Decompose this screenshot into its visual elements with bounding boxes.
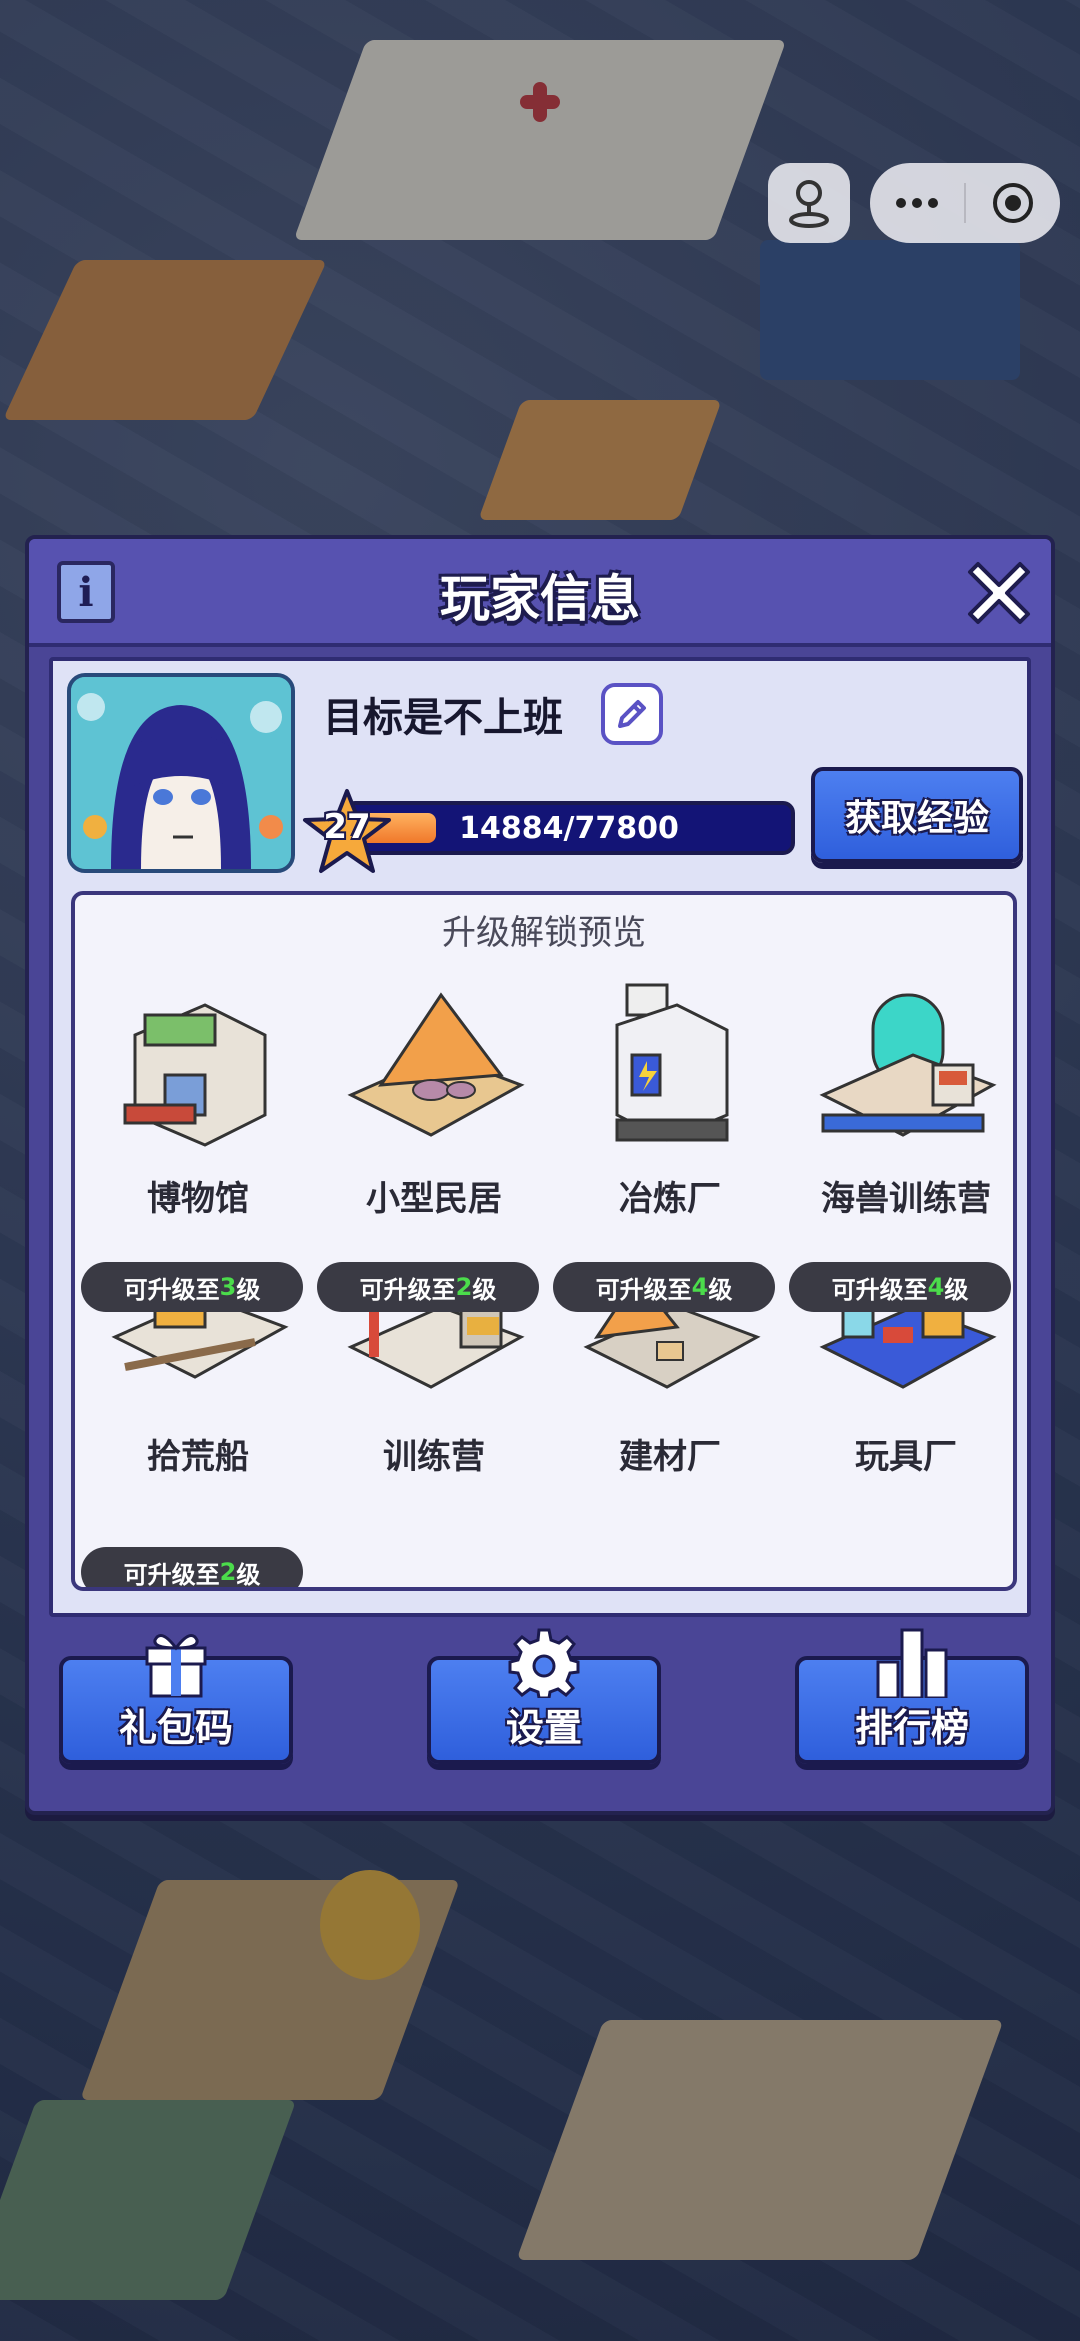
- gear-icon: [508, 1628, 580, 1698]
- close-icon: [968, 562, 1030, 624]
- pencil-icon: [618, 700, 646, 728]
- gift-icon: [145, 1634, 207, 1698]
- badge-text: 可升级至: [831, 1275, 928, 1304]
- gain-exp-button[interactable]: 获取经验: [811, 767, 1023, 863]
- player-level: 27: [323, 807, 371, 847]
- player-name: 目标是不上班: [323, 695, 563, 741]
- upgrade-badge: 可升级至 2 级: [317, 1262, 539, 1312]
- gift-code-button[interactable]: 礼包码: [59, 1634, 293, 1764]
- upgrade-badge: 可升级至 3 级: [81, 1262, 303, 1312]
- close-button[interactable]: [961, 555, 1037, 631]
- building-museum[interactable]: 博物馆: [85, 975, 311, 1245]
- upgrade-unlock-preview: 升级解锁预览 博物馆 小型民居 冶炼厂 海兽训练营 拾荒船 训练营 建材厂 玩具…: [71, 891, 1017, 1591]
- more-button[interactable]: [870, 163, 964, 243]
- preview-title: 升级解锁预览: [442, 913, 646, 953]
- capsule-menu: [870, 163, 1060, 243]
- dialog-header: i 玩家信息: [29, 539, 1051, 647]
- upgrade-badge: 可升级至 4 级: [789, 1262, 1011, 1312]
- more-icon: [896, 198, 938, 208]
- building-sea-beast-camp[interactable]: 海兽训练营: [793, 975, 1013, 1245]
- badge-suffix: 级: [236, 1275, 261, 1304]
- badge-text: 可升级至: [359, 1275, 456, 1304]
- sea-beast-camp-icon: [819, 993, 997, 1137]
- dialog-title: 玩家信息: [440, 570, 640, 628]
- building-name: 玩具厂: [855, 1437, 957, 1477]
- badge-level: 3: [219, 1273, 237, 1301]
- badge-text: 可升级至: [595, 1275, 692, 1304]
- badge-level: 4: [691, 1273, 709, 1301]
- badge-text: 可升级至: [123, 1275, 220, 1304]
- edit-name-button[interactable]: [601, 683, 663, 745]
- building-name: 小型民居: [366, 1179, 502, 1219]
- ranking-label: 排行榜: [854, 1706, 969, 1750]
- exit-button[interactable]: [966, 163, 1060, 243]
- joystick-button[interactable]: [768, 163, 850, 243]
- building-name: 拾荒船: [147, 1437, 249, 1477]
- gear-icon-wrap: [431, 1626, 657, 1698]
- building-name: 冶炼厂: [619, 1179, 721, 1219]
- upgrade-badge: 可升级至 2 级: [81, 1547, 303, 1589]
- gift-icon-wrap: [63, 1626, 289, 1698]
- badge-level: 2: [455, 1273, 473, 1301]
- building-name: 建材厂: [619, 1437, 721, 1477]
- badge-suffix: 级: [236, 1560, 261, 1589]
- building-smelter[interactable]: 冶炼厂: [557, 975, 783, 1245]
- building-name: 博物馆: [147, 1179, 249, 1219]
- building-name: 海兽训练营: [821, 1179, 991, 1219]
- badge-suffix: 级: [708, 1275, 733, 1304]
- badge-level: 2: [219, 1558, 237, 1586]
- exp-progress-bar: 14884/77800: [343, 801, 795, 855]
- upgrade-badge: 可升级至 4 级: [553, 1262, 775, 1312]
- player-info-dialog: i 玩家信息 目标是不上班 14884/77800 27 获取经验 升级解锁预览…: [25, 535, 1055, 1815]
- smelter-icon: [615, 983, 729, 1142]
- building-small-house[interactable]: 小型民居: [321, 975, 547, 1245]
- settings-button[interactable]: 设置: [427, 1628, 661, 1764]
- badge-suffix: 级: [472, 1275, 497, 1304]
- avatar-portrait: [71, 677, 291, 869]
- tent-icon: [347, 992, 525, 1137]
- building-name: 训练营: [383, 1437, 485, 1477]
- joystick-icon: [789, 180, 829, 228]
- ranking-icon-wrap: [799, 1626, 1025, 1698]
- player-info-panel: 目标是不上班 14884/77800 27 获取经验 升级解锁预览 博物馆 小型…: [49, 657, 1031, 1617]
- exp-text: 14884/77800: [459, 811, 679, 846]
- ranking-button[interactable]: 排行榜: [795, 1628, 1029, 1764]
- bar-chart-icon: [876, 1628, 948, 1698]
- museum-icon: [123, 1003, 267, 1147]
- target-icon: [993, 183, 1033, 223]
- badge-suffix: 级: [944, 1275, 969, 1304]
- avatar[interactable]: [67, 673, 295, 873]
- settings-label: 设置: [505, 1706, 582, 1750]
- badge-text: 可升级至: [123, 1560, 220, 1589]
- badge-level: 4: [927, 1273, 945, 1301]
- gift-code-label: 礼包码: [118, 1706, 233, 1750]
